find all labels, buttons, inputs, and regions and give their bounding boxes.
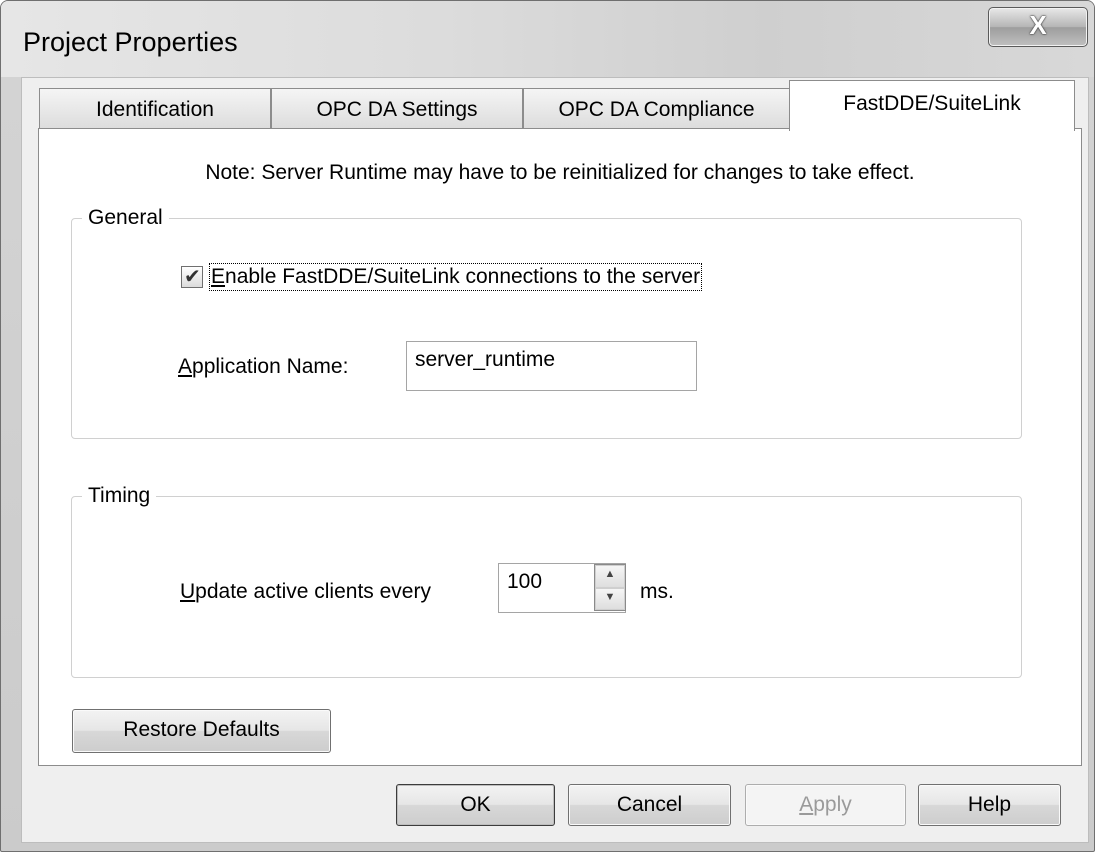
- application-name-field[interactable]: server_runtime: [406, 341, 697, 391]
- general-groupbox: General ✔ Enable FastDDE/SuiteLink conne…: [71, 206, 1022, 439]
- spin-down-arrow-icon[interactable]: ▼: [595, 587, 625, 610]
- tab-opc-da-compliance[interactable]: OPC DA Compliance: [523, 88, 790, 129]
- app-name-accel-char: A: [178, 355, 193, 378]
- apply-button[interactable]: Apply: [745, 784, 906, 826]
- enable-accel-char: E: [211, 265, 226, 288]
- application-name-value: server_runtime: [415, 348, 556, 371]
- update-interval-value: 100: [507, 570, 543, 593]
- tab-opc-da-settings-label: OPC DA Settings: [316, 98, 478, 121]
- tab-identification-label: Identification: [96, 98, 214, 121]
- update-interval-unit: ms.: [640, 580, 674, 603]
- general-legend: General: [82, 206, 169, 230]
- tab-fastdde-suitelink[interactable]: FastDDE/SuiteLink: [789, 80, 1075, 131]
- tab-opc-da-settings[interactable]: OPC DA Settings: [271, 88, 523, 129]
- apply-accel-char: A: [799, 793, 814, 816]
- spin-up-arrow-icon[interactable]: ▲: [595, 565, 625, 588]
- update-interval-spinner[interactable]: ▲ ▼: [594, 564, 626, 611]
- cancel-button[interactable]: Cancel: [568, 784, 731, 826]
- help-button[interactable]: Help: [918, 784, 1061, 826]
- apply-label-text: pply: [813, 793, 852, 816]
- project-properties-dialog: Project Properties X Identification OPC …: [0, 0, 1095, 852]
- tab-fastdde-suitelink-label: FastDDE/SuiteLink: [843, 92, 1021, 115]
- ok-button[interactable]: OK: [396, 784, 555, 826]
- restore-defaults-button[interactable]: Restore Defaults: [72, 709, 331, 753]
- tab-panel-fastdde-suitelink: Note: Server Runtime may have to be rein…: [38, 128, 1082, 766]
- window-title: Project Properties: [23, 27, 238, 57]
- tab-opc-da-compliance-label: OPC DA Compliance: [558, 98, 755, 121]
- application-name-label: Application Name:: [178, 355, 348, 379]
- tab-identification[interactable]: Identification: [39, 88, 271, 129]
- close-button[interactable]: X: [988, 7, 1088, 47]
- update-label-text: pdate active clients every: [195, 580, 431, 603]
- enable-fastdde-label[interactable]: Enable FastDDE/SuiteLink connections to …: [208, 263, 703, 291]
- checkmark-icon: ✔: [184, 266, 201, 288]
- close-icon: X: [1029, 10, 1047, 40]
- enable-label-text: nable FastDDE/SuiteLink connections to t…: [225, 265, 701, 288]
- timing-groupbox: Timing Update active clients every 100 ▲…: [71, 484, 1022, 678]
- title-bar[interactable]: Project Properties X: [1, 1, 1094, 77]
- update-accel-char: U: [180, 580, 196, 603]
- enable-fastdde-checkbox[interactable]: ✔: [181, 266, 203, 288]
- update-interval-label: Update active clients every: [180, 580, 431, 604]
- restart-note: Note: Server Runtime may have to be rein…: [205, 161, 915, 184]
- timing-legend: Timing: [82, 484, 157, 508]
- dialog-client-area: Identification OPC DA Settings OPC DA Co…: [21, 77, 1089, 843]
- app-name-label-text: pplication Name:: [192, 355, 349, 378]
